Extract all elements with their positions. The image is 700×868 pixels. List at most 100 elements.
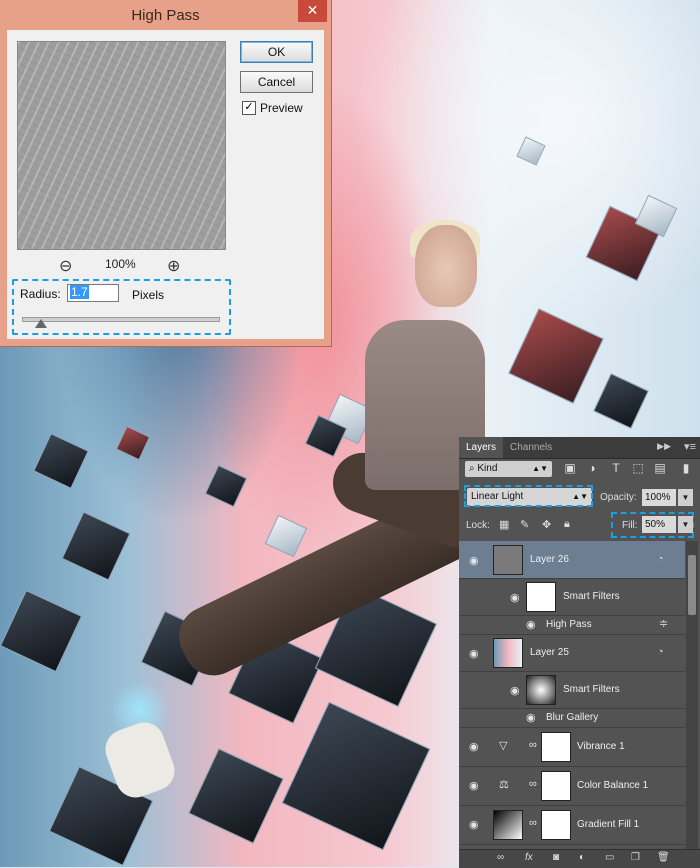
panel-menu-icon[interactable]: ▾≡ [684,440,696,453]
lock-position-icon[interactable]: ✥ [542,518,551,531]
kind-filter-dropdown[interactable]: ⌕ Kind ▲▼ [465,461,552,477]
layer-name[interactable]: Layer 26 [530,554,569,565]
layer-row-smart-filters[interactable]: ◉ Smart Filters [459,671,685,709]
delete-layer-icon[interactable]: 🗑︎ [657,852,670,863]
lock-image-icon[interactable]: ✎ [520,518,529,531]
cube [188,748,284,844]
layer-name[interactable]: Blur Gallery [546,712,598,723]
visibility-eye-icon[interactable]: ◉ [469,647,479,660]
adjustment-filter-icon[interactable]: ◑ [585,461,599,475]
type-filter-icon[interactable]: T [609,461,623,475]
radius-unit: Pixels [132,288,165,302]
link-icon[interactable]: ∞ [529,817,537,829]
radius-slider[interactable] [22,317,220,322]
visibility-eye-icon[interactable]: ◉ [469,740,479,753]
scrollbar-thumb[interactable] [688,555,696,615]
cube [61,511,131,581]
pixel-filter-icon[interactable]: ▣ [563,461,577,475]
layer-row-color-balance-1[interactable]: ◉ ⚖ ∞ Color Balance 1 [459,766,685,806]
layer-name[interactable]: Smart Filters [563,591,620,602]
cube [115,425,151,461]
mask-thumbnail [541,810,571,840]
visibility-eye-icon[interactable]: ◉ [469,779,479,792]
layer-row-vibrance-1[interactable]: ◉ ▽ ∞ Vibrance 1 [459,727,685,767]
panel-tabs: Layers Channels ▶▶ ▾≡ [459,437,700,459]
cube [516,136,546,166]
filter-preview[interactable] [17,41,226,250]
layer-row-gradient-fill-1[interactable]: ◉ ∞ Gradient Fill 1 [459,805,685,845]
opacity-dropdown-icon[interactable]: ▼ [678,489,693,506]
zoom-in-icon[interactable]: ⊕ [167,256,180,276]
blend-mode-highlight [464,485,593,507]
layer-row-blur-gallery[interactable]: ◉ Blur Gallery [459,708,685,728]
visibility-eye-icon[interactable]: ◉ [526,618,536,631]
layers-list: ◉ Layer 26 ◔ ◉ Smart Filters ◉ High Pass… [459,541,685,849]
link-icon[interactable]: ∞ [529,778,537,790]
new-group-icon[interactable]: ▭ [605,852,614,863]
visibility-eye-icon[interactable]: ◉ [469,818,479,831]
link-layers-icon[interactable]: ∞ [497,852,504,863]
layer-name[interactable]: Gradient Fill 1 [577,819,639,830]
fx-icon[interactable]: fx [525,852,533,863]
chevron-down-icon: ▲▼ [532,464,548,473]
radius-input[interactable]: 1.7 [67,284,119,302]
layer-row-smart-filters[interactable]: ◉ Smart Filters [459,578,685,616]
new-adjustment-icon[interactable]: ◐ [579,852,585,863]
fill-input[interactable]: 50% [642,516,676,533]
shape-filter-icon[interactable]: ⬚ [631,461,645,475]
cube [593,373,649,429]
smart-filter-indicator-icon: ◔ [657,646,664,658]
add-mask-icon[interactable]: ◙ [553,852,559,863]
layer-name[interactable]: Color Balance 1 [577,780,648,791]
fill-label: Fill: [622,520,638,531]
radius-slider-thumb[interactable] [35,319,47,328]
layer-row-layer-26[interactable]: ◉ Layer 26 ◔ [459,541,685,579]
collapse-icon[interactable]: ▶▶ [657,441,671,452]
visibility-eye-icon[interactable]: ◉ [526,711,536,724]
close-icon[interactable]: ✕ [298,0,327,22]
visibility-eye-icon[interactable]: ◉ [510,591,520,604]
layer-name[interactable]: Layer 25 [530,647,569,658]
filter-toggle-icon[interactable]: ▮ [679,461,693,475]
filter-mask-thumbnail [526,675,556,705]
high-pass-dialog: High Pass ✕ ⊖ 100% ⊕ OK Cancel ✓ Preview… [0,0,331,346]
link-icon[interactable]: ∞ [529,739,537,751]
tab-layers[interactable]: Layers [459,437,504,458]
layer-name[interactable]: Vibrance 1 [577,741,625,752]
layer-row-layer-25[interactable]: ◉ Layer 25 ◔ [459,634,685,672]
figure-head [415,225,477,307]
kind-label: ⌕ Kind [469,463,498,474]
preview-checkbox[interactable]: ✓ [242,101,256,115]
cube [33,433,89,489]
cube [281,701,431,851]
new-layer-icon[interactable]: ❐ [631,852,640,863]
ok-button[interactable]: OK [240,41,313,63]
zoom-out-icon[interactable]: ⊖ [59,256,72,276]
smart-filter-indicator-icon: ◔ [657,553,664,565]
dialog-title: High Pass [131,7,200,24]
opacity-input[interactable]: 100% [642,489,676,506]
visibility-eye-icon[interactable]: ◉ [469,554,479,567]
visibility-eye-icon[interactable]: ◉ [510,684,520,697]
cube [0,589,83,673]
layer-row-high-pass[interactable]: ◉ High Pass ≑ [459,615,685,635]
cancel-button[interactable]: Cancel [240,71,313,93]
lock-label: Lock: [466,520,490,531]
cube [204,464,248,508]
lock-all-icon[interactable]: 🔒︎ [564,518,570,531]
layer-thumbnail [493,638,523,668]
lock-transparency-icon[interactable]: ▦ [499,518,509,531]
smart-object-filter-icon[interactable]: ▤ [653,461,667,475]
opacity-label: Opacity: [600,492,637,503]
preview-label: Preview [260,101,303,115]
blending-options-icon[interactable]: ≑ [659,617,668,630]
layers-footer: ∞ fx ◙ ◐ ▭ ❐ 🗑︎ [459,849,700,868]
zoom-level: 100% [105,257,136,271]
gradient-thumbnail [493,810,523,840]
fill-dropdown-icon[interactable]: ▼ [678,516,693,533]
tab-channels[interactable]: Channels [503,437,559,458]
layer-name[interactable]: High Pass [546,619,592,630]
radius-value: 1.7 [70,285,89,299]
layers-scrollbar[interactable] [686,541,698,849]
layer-name[interactable]: Smart Filters [563,684,620,695]
